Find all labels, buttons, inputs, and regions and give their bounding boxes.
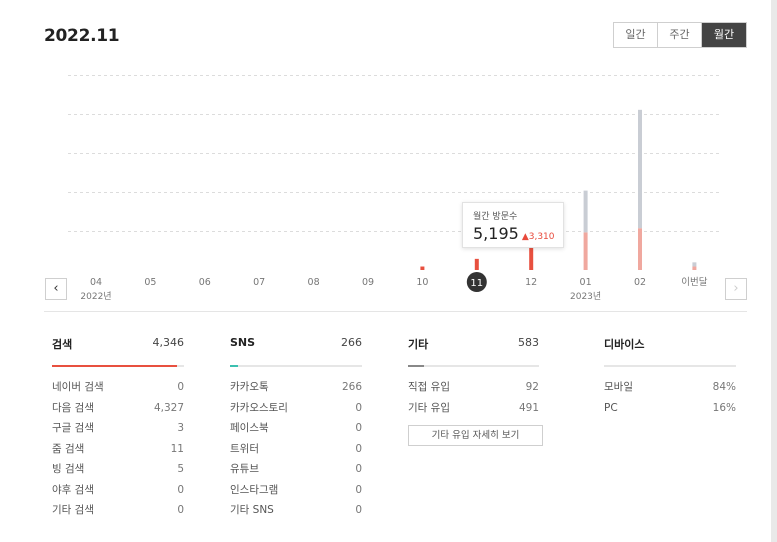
stat-header: 검색 4,346 <box>52 336 184 356</box>
stat-rows: 카카오톡 266 카카오스토리 0 페이스북 0 트위터 0 유튜브 0 인스타그램 0 기… <box>230 377 362 521</box>
stat-total: 4,346 <box>152 336 185 349</box>
stat-header: SNS 266 <box>230 336 362 356</box>
etc-detail-button[interactable]: 기타 유입 자세히 보기 <box>408 425 543 446</box>
stat-title: 디바이스 <box>604 338 645 351</box>
stat-header: 기타 583 <box>408 336 539 356</box>
stat-rows: 네이버 검색 0 다음 검색 4,327 구글 검색 3 줌 검색 11 빙 검색 5 야… <box>52 377 184 521</box>
x-tick-label: 02 <box>634 277 646 288</box>
stat-bar <box>604 365 736 367</box>
list-item: 트위터 0 <box>230 442 362 455</box>
list-item: 카카오스토리 0 <box>230 401 362 414</box>
chart-bar <box>638 228 642 270</box>
x-tick-label: 01 <box>580 277 592 288</box>
stat-bar <box>52 365 184 367</box>
stat-title: SNS <box>230 336 256 349</box>
stat-column-device: 디바이스 모바일 84% PC 16% <box>604 336 736 418</box>
list-item: 기타 SNS 0 <box>230 504 362 516</box>
x-tick-label: 05 <box>144 277 156 288</box>
stat-bar <box>230 365 362 367</box>
chart-tooltip: 월간 방문수 5,195 ▲3,310 <box>462 202 564 248</box>
scroll-track <box>771 0 777 542</box>
chart-bar <box>420 266 425 270</box>
list-item: 빙 검색 5 <box>52 463 184 475</box>
up-arrow-icon: ▲ <box>521 232 529 242</box>
x-tick-label: 11 <box>470 278 483 289</box>
stat-total: 266 <box>341 336 362 349</box>
stat-bar <box>408 365 539 367</box>
section-divider <box>44 311 747 312</box>
x-tick-label: 이번달 <box>681 276 707 288</box>
chart-bar <box>638 109 642 229</box>
year-label: 2022년 <box>80 291 111 302</box>
chevron-right-icon[interactable]: › <box>725 278 747 300</box>
list-item: PC 16% <box>604 401 736 414</box>
tooltip-value: 5,195 <box>473 224 519 243</box>
list-item: 기타 유입 491 <box>408 401 539 414</box>
list-item: 직접 유입 92 <box>408 381 539 393</box>
chart-bar <box>529 246 534 270</box>
list-item: 모바일 84% <box>604 381 736 393</box>
stat-rows: 직접 유입 92 기타 유입 491 <box>408 377 539 418</box>
tooltip-delta-value: 3,310 <box>528 232 555 242</box>
x-tick-label: 09 <box>362 277 374 288</box>
list-item: 페이스북 0 <box>230 422 362 434</box>
x-tick-label: 04 <box>90 277 102 288</box>
stat-column-etc: 기타 583 직접 유입 92 기타 유입 491 기타 유입 자세히 보기 <box>408 336 543 446</box>
stat-column-search: 검색 4,346 네이버 검색 0 다음 검색 4,327 구글 검색 3 줌 검색 1… <box>52 336 184 521</box>
list-item: 네이버 검색 0 <box>52 381 184 393</box>
stat-bar-fill <box>408 365 424 367</box>
chart-bar <box>692 266 697 270</box>
list-item: 카카오톡 266 <box>230 381 362 393</box>
stat-bar-fill <box>230 365 238 367</box>
list-item: 야후 검색 0 <box>52 483 184 496</box>
stat-column-sns: SNS 266 카카오톡 266 카카오스토리 0 페이스북 0 트위터 0 유튜브 0 … <box>230 336 362 521</box>
stat-title: 기타 <box>408 338 429 351</box>
x-tick-label: 10 <box>416 277 428 288</box>
stat-header: 디바이스 <box>604 336 736 356</box>
chart-bar <box>583 190 588 233</box>
list-item: 다음 검색 4,327 <box>52 401 184 414</box>
x-tick-label: 12 <box>525 277 537 288</box>
chevron-left-icon[interactable]: ‹ <box>45 278 67 300</box>
list-item: 유튜브 0 <box>230 463 362 475</box>
list-item: 기타 검색 0 <box>52 504 184 516</box>
visits-chart: 04 2022년 05 06 07 08 09 10 11 12 01 2023년 02 이번달 <box>68 75 720 302</box>
list-item: 줌 검색 11 <box>52 442 184 455</box>
tooltip-delta: ▲3,310 <box>522 232 555 242</box>
chart-bar <box>583 232 588 270</box>
stat-rows: 모바일 84% PC 16% <box>604 377 736 418</box>
list-item: 구글 검색 3 <box>52 422 184 434</box>
stat-total: 583 <box>518 336 539 349</box>
stats-panel: 2022.11 일간 주간 월간 04 2022년 05 06 07 08 09 10 11 12… <box>0 0 771 542</box>
year-label: 2023년 <box>570 291 601 302</box>
chart-bar <box>474 258 479 270</box>
tooltip-label: 월간 방문수 <box>473 212 518 222</box>
stat-title: 검색 <box>52 338 73 351</box>
tooltip-value-row: 5,195 ▲3,310 <box>473 224 555 243</box>
stat-bar-fill <box>52 365 178 367</box>
x-tick-label: 07 <box>253 277 265 288</box>
chart-bar <box>692 262 697 267</box>
x-tick-label: 06 <box>199 277 211 288</box>
x-tick-label: 08 <box>308 277 320 288</box>
list-item: 인스타그램 0 <box>230 483 362 496</box>
